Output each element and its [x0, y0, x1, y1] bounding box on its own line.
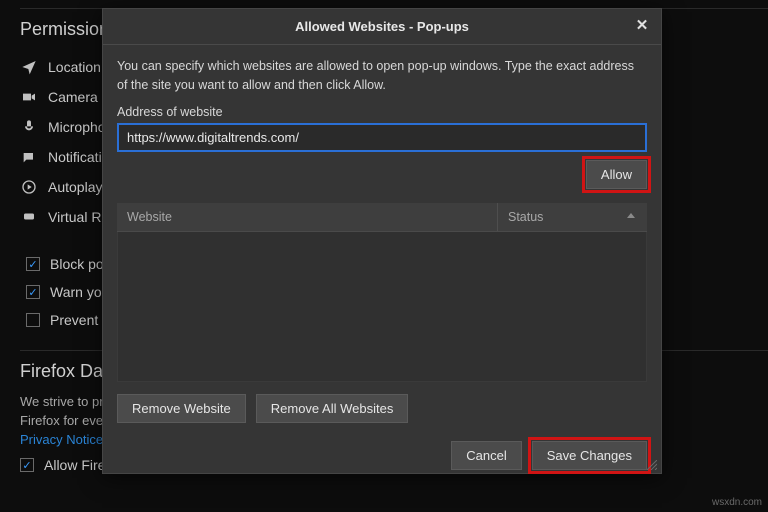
remove-website-button[interactable]: Remove Website — [117, 394, 246, 423]
vr-icon — [20, 208, 38, 226]
dialog-header: Allowed Websites - Pop-ups ✕ — [103, 9, 661, 45]
remove-all-button[interactable]: Remove All Websites — [256, 394, 409, 423]
dialog-description: You can specify which websites are allow… — [117, 57, 647, 95]
save-changes-button[interactable]: Save Changes — [532, 441, 647, 470]
website-list-header: Website Status — [117, 203, 647, 232]
col-status[interactable]: Status — [497, 203, 647, 231]
checkbox-icon[interactable] — [26, 313, 40, 327]
notifications-icon — [20, 148, 38, 166]
perm-label: Autoplay — [48, 179, 102, 195]
cancel-button[interactable]: Cancel — [451, 441, 521, 470]
camera-icon — [20, 88, 38, 106]
col-status-label: Status — [508, 210, 543, 224]
close-icon[interactable]: ✕ — [633, 17, 651, 35]
watermark: wsxdn.com — [712, 497, 762, 508]
location-icon — [20, 58, 38, 76]
microphone-icon — [20, 118, 38, 136]
dialog-title: Allowed Websites - Pop-ups — [295, 19, 469, 34]
address-input[interactable] — [117, 123, 647, 152]
checkbox-icon[interactable] — [26, 257, 40, 271]
col-website[interactable]: Website — [117, 203, 497, 231]
resize-handle[interactable] — [647, 459, 659, 471]
perm-label: Camera — [48, 89, 98, 105]
allowed-websites-dialog: Allowed Websites - Pop-ups ✕ You can spe… — [102, 8, 662, 474]
checkbox-icon[interactable] — [26, 285, 40, 299]
website-list[interactable] — [117, 232, 647, 382]
address-label: Address of website — [117, 105, 647, 119]
checkbox-icon[interactable] — [20, 458, 34, 472]
sort-caret-icon — [627, 213, 635, 218]
allow-button[interactable]: Allow — [586, 160, 647, 189]
autoplay-icon — [20, 178, 38, 196]
perm-label: Location — [48, 59, 101, 75]
